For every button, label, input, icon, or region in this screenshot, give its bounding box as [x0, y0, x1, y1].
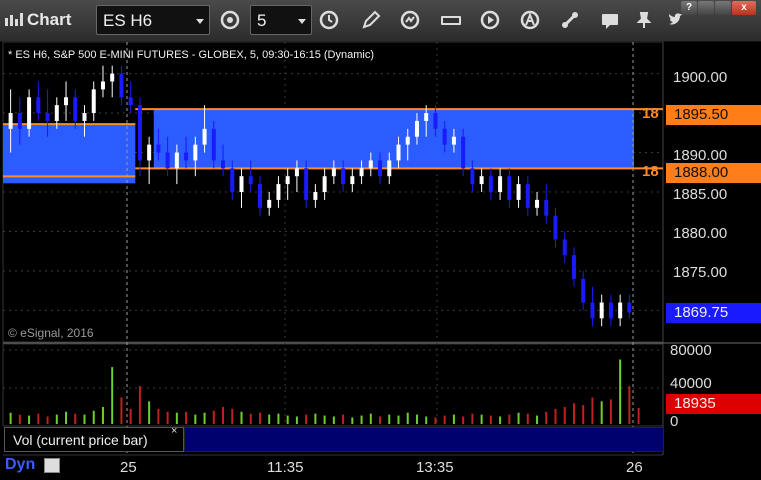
- candle-body: [544, 199, 549, 216]
- price-tick: 1890.00: [673, 147, 728, 164]
- candle-body: [248, 176, 253, 185]
- candle-body: [405, 136, 410, 145]
- candle-body: [608, 302, 613, 319]
- candle-body: [73, 97, 78, 121]
- candle-body: [571, 255, 576, 279]
- last-price-tag: 1869.75: [666, 303, 761, 323]
- candle-body: [36, 97, 41, 114]
- level-price-tag: 1895.50: [666, 105, 761, 125]
- candle-body: [331, 168, 336, 177]
- candle-body: [553, 215, 558, 240]
- candle-body: [562, 239, 567, 256]
- candle-body: [137, 105, 142, 161]
- candle-body: [257, 184, 262, 208]
- candle-body: [368, 160, 373, 169]
- candle-body: [378, 160, 383, 177]
- candle-body: [45, 113, 50, 121]
- candle-body: [507, 176, 512, 200]
- price-tick: 1885.00: [673, 186, 728, 203]
- price-tick: 1900.00: [673, 69, 728, 86]
- candle-body: [230, 168, 235, 192]
- candle-body: [165, 152, 170, 169]
- price-chart[interactable]: [0, 0, 761, 480]
- candle-body: [304, 168, 309, 200]
- candle-body: [451, 136, 456, 145]
- candle-body: [461, 136, 466, 169]
- candle-body: [341, 168, 346, 185]
- time-tick: 25: [120, 459, 137, 476]
- candle-body: [110, 73, 115, 82]
- watermark: © eSignal, 2016: [8, 326, 94, 340]
- candle-body: [211, 128, 216, 161]
- candle-body: [184, 152, 189, 161]
- price-tick: 1880.00: [673, 225, 728, 242]
- candle-body: [322, 176, 327, 192]
- candle-body: [525, 184, 530, 208]
- candle-body: [590, 302, 595, 319]
- candle-body: [239, 176, 244, 192]
- candle-body: [156, 144, 161, 153]
- candle-body: [387, 160, 392, 177]
- candle-body: [128, 97, 133, 106]
- candle-body: [618, 302, 623, 319]
- volume-tick: 40000: [670, 375, 712, 392]
- volume-study-bar: [184, 427, 664, 452]
- candle-body: [359, 168, 364, 177]
- time-tick: 26: [626, 459, 643, 476]
- candle-body: [17, 113, 22, 129]
- time-tick: 11:35: [267, 459, 304, 476]
- candle-body: [488, 176, 493, 192]
- lock-icon[interactable]: [44, 458, 60, 473]
- last-volume-tag: 18935: [666, 394, 761, 414]
- candle-body: [82, 113, 87, 121]
- candle-body: [100, 81, 105, 90]
- volume-tick: 0: [670, 413, 679, 430]
- candle-body: [267, 199, 272, 208]
- candle-body: [54, 105, 59, 121]
- level-zone-prior: [3, 124, 136, 184]
- candle-body: [424, 113, 429, 121]
- candle-body: [276, 184, 281, 200]
- candle-body: [313, 192, 318, 200]
- price-tick: 1875.00: [673, 264, 728, 281]
- candle-body: [599, 302, 604, 319]
- candle-body: [221, 160, 226, 169]
- candle-body: [414, 120, 419, 137]
- level-price-tag: 1888.00: [666, 163, 761, 183]
- level-label: 18: [642, 105, 659, 122]
- volume-tick: 80000: [670, 342, 712, 359]
- level-label: 18: [642, 163, 659, 180]
- candle-body: [498, 176, 503, 192]
- candle-body: [8, 113, 13, 129]
- candle-body: [294, 168, 299, 177]
- level-zone-current: [153, 109, 634, 169]
- candle-body: [581, 278, 586, 303]
- candle-body: [202, 128, 207, 145]
- candle-body: [27, 97, 32, 129]
- candle-body: [535, 199, 540, 208]
- candle-body: [516, 184, 521, 200]
- candle-body: [91, 89, 96, 114]
- candle-body: [119, 73, 124, 98]
- candle-body: [64, 97, 69, 106]
- candle-body: [285, 176, 290, 185]
- candle-body: [470, 168, 475, 185]
- chart-header: * ES H6, S&P 500 E-MINI FUTURES - GLOBEX…: [8, 49, 374, 61]
- candle-body: [350, 176, 355, 185]
- close-icon[interactable]: ×: [171, 425, 177, 437]
- candle-body: [174, 152, 179, 169]
- dynamic-mode-label[interactable]: Dyn: [5, 456, 35, 474]
- candle-body: [627, 302, 632, 313]
- volume-study-label[interactable]: Vol (current price bar): [4, 427, 184, 452]
- candle-body: [147, 144, 152, 161]
- candle-body: [396, 144, 401, 161]
- time-tick: 13:35: [416, 459, 454, 476]
- candle-body: [479, 176, 484, 185]
- candle-body: [433, 113, 438, 129]
- candle-body: [442, 128, 447, 145]
- candle-body: [193, 144, 198, 161]
